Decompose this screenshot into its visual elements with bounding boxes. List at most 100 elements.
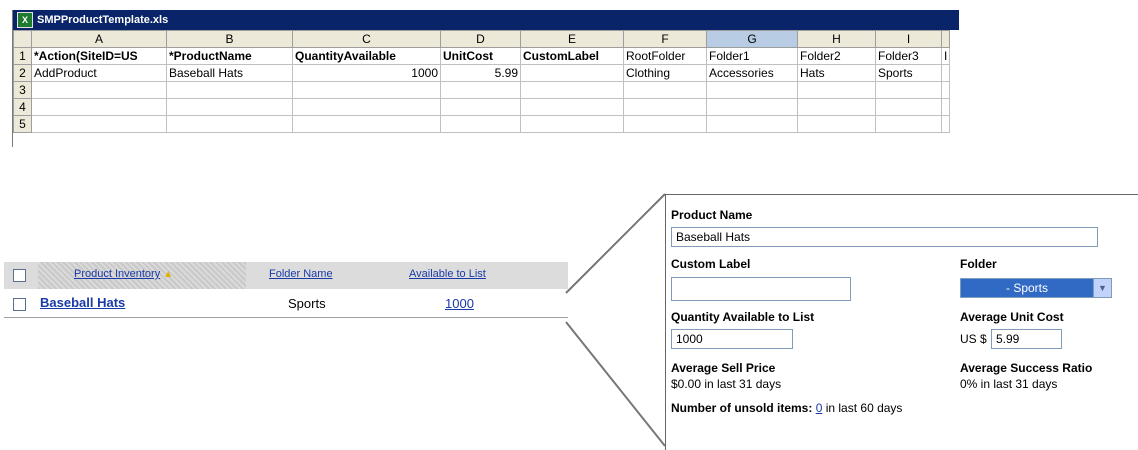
unsold-count-link[interactable]: 0 (816, 401, 823, 415)
cell[interactable] (520, 115, 624, 133)
sheet-row: 4 (13, 98, 951, 116)
cell[interactable] (520, 81, 624, 99)
cell[interactable]: RootFolder (623, 47, 707, 65)
row-header[interactable]: 4 (13, 98, 32, 116)
custom-label-input[interactable] (671, 277, 851, 301)
row-header[interactable]: 1 (13, 47, 32, 65)
cell[interactable] (440, 115, 521, 133)
connector-line-bottom (565, 321, 666, 447)
cell[interactable]: 1000 (292, 64, 441, 82)
cell[interactable]: Baseball Hats (166, 64, 293, 82)
sheet-row: 5 (13, 115, 951, 133)
folder-selected-value: - Sports (1005, 281, 1048, 295)
column-header[interactable]: A (31, 30, 167, 48)
sort-by-folder-link[interactable]: Folder Name (269, 268, 333, 280)
cell[interactable] (292, 98, 441, 116)
cell[interactable] (440, 98, 521, 116)
folder-name: Sports (288, 296, 326, 311)
cell[interactable]: Folder2 (797, 47, 876, 65)
sheet-row: 1 *Action(SiteID=US *ProductName Quantit… (13, 47, 951, 65)
cell[interactable]: *ProductName (166, 47, 293, 65)
cell[interactable] (706, 98, 798, 116)
cell[interactable] (623, 115, 707, 133)
column-header[interactable]: I (875, 30, 942, 48)
cell[interactable]: CustomLabel (520, 47, 624, 65)
cell[interactable] (166, 98, 293, 116)
column-header-selected[interactable]: G (706, 30, 798, 48)
cell[interactable] (31, 115, 167, 133)
select-all-cell[interactable] (13, 30, 32, 48)
row-header[interactable]: 5 (13, 115, 32, 133)
spreadsheet-title-bar: X SMPProductTemplate.xls (13, 10, 959, 30)
sort-by-product-link[interactable]: Product Inventory ▲ (74, 268, 173, 280)
cell[interactable] (166, 81, 293, 99)
cell[interactable]: Hats (797, 64, 876, 82)
column-header[interactable]: C (292, 30, 441, 48)
cell[interactable] (706, 115, 798, 133)
sort-ascending-icon: ▲ (163, 269, 174, 280)
folder-select[interactable]: - Sports ▼ (960, 278, 1112, 298)
average-sell-price-label: Average Sell Price (671, 361, 776, 375)
quantity-label: Quantity Available to List (671, 310, 815, 324)
row-header[interactable]: 3 (13, 81, 32, 99)
cell[interactable] (940, 115, 951, 133)
column-header[interactable]: E (520, 30, 624, 48)
cell[interactable] (440, 81, 521, 99)
product-link[interactable]: Baseball Hats (40, 295, 125, 310)
cell[interactable] (292, 115, 441, 133)
cell[interactable]: Folder1 (706, 47, 798, 65)
unsold-items-suffix: in last 60 days (825, 401, 903, 415)
select-all-checkbox[interactable] (13, 269, 26, 282)
cell[interactable] (31, 98, 167, 116)
cell[interactable] (623, 81, 707, 99)
connector-line-top (565, 193, 666, 294)
cell[interactable]: Folder3 (875, 47, 942, 65)
cell[interactable]: *Action(SiteID=US (31, 47, 167, 65)
cell[interactable]: Clothing (623, 64, 707, 82)
cell[interactable] (797, 81, 876, 99)
cell[interactable] (940, 81, 951, 99)
cell[interactable] (797, 98, 876, 116)
cell[interactable] (875, 115, 942, 133)
chevron-down-icon[interactable]: ▼ (1093, 279, 1111, 297)
column-header[interactable]: F (623, 30, 707, 48)
cell[interactable]: QuantityAvailable (292, 47, 441, 65)
unsold-items-line: Number of unsold items: 0 in last 60 day… (671, 401, 902, 415)
product-name-input[interactable] (671, 227, 1098, 247)
column-header[interactable]: H (797, 30, 876, 48)
cell[interactable]: Sports (875, 64, 942, 82)
sheet-row: 3 (13, 81, 951, 99)
row-checkbox[interactable] (13, 298, 26, 311)
cell[interactable]: Accessories (706, 64, 798, 82)
cell[interactable] (31, 81, 167, 99)
cell[interactable] (520, 64, 624, 82)
cell[interactable]: 5.99 (440, 64, 521, 82)
cell[interactable] (292, 81, 441, 99)
cell[interactable]: I (940, 47, 951, 65)
cell[interactable] (940, 64, 951, 82)
cell[interactable] (875, 98, 942, 116)
cell[interactable]: AddProduct (31, 64, 167, 82)
average-success-ratio-label: Average Success Ratio (960, 361, 1093, 375)
quantity-input[interactable] (671, 329, 793, 349)
folder-label: Folder (960, 257, 997, 271)
cell[interactable] (166, 115, 293, 133)
cell[interactable] (940, 98, 951, 116)
cell[interactable] (797, 115, 876, 133)
column-header[interactable] (940, 30, 951, 48)
average-unit-cost-label: Average Unit Cost (960, 310, 1064, 324)
cell[interactable] (520, 98, 624, 116)
cell[interactable] (623, 98, 707, 116)
sheet-row: 2 AddProduct Baseball Hats 1000 5.99 Clo… (13, 64, 951, 82)
available-to-list-link[interactable]: 1000 (445, 296, 474, 311)
cell[interactable] (875, 81, 942, 99)
row-header[interactable]: 2 (13, 64, 32, 82)
column-header[interactable]: B (166, 30, 293, 48)
cell[interactable]: UnitCost (440, 47, 521, 65)
cell[interactable] (706, 81, 798, 99)
spreadsheet-window: X SMPProductTemplate.xls A B C D E F G H… (12, 10, 959, 147)
average-unit-cost-input[interactable] (991, 329, 1062, 349)
sort-by-available-link[interactable]: Available to List (409, 268, 486, 280)
column-header[interactable]: D (440, 30, 521, 48)
product-name-label: Product Name (671, 208, 753, 222)
